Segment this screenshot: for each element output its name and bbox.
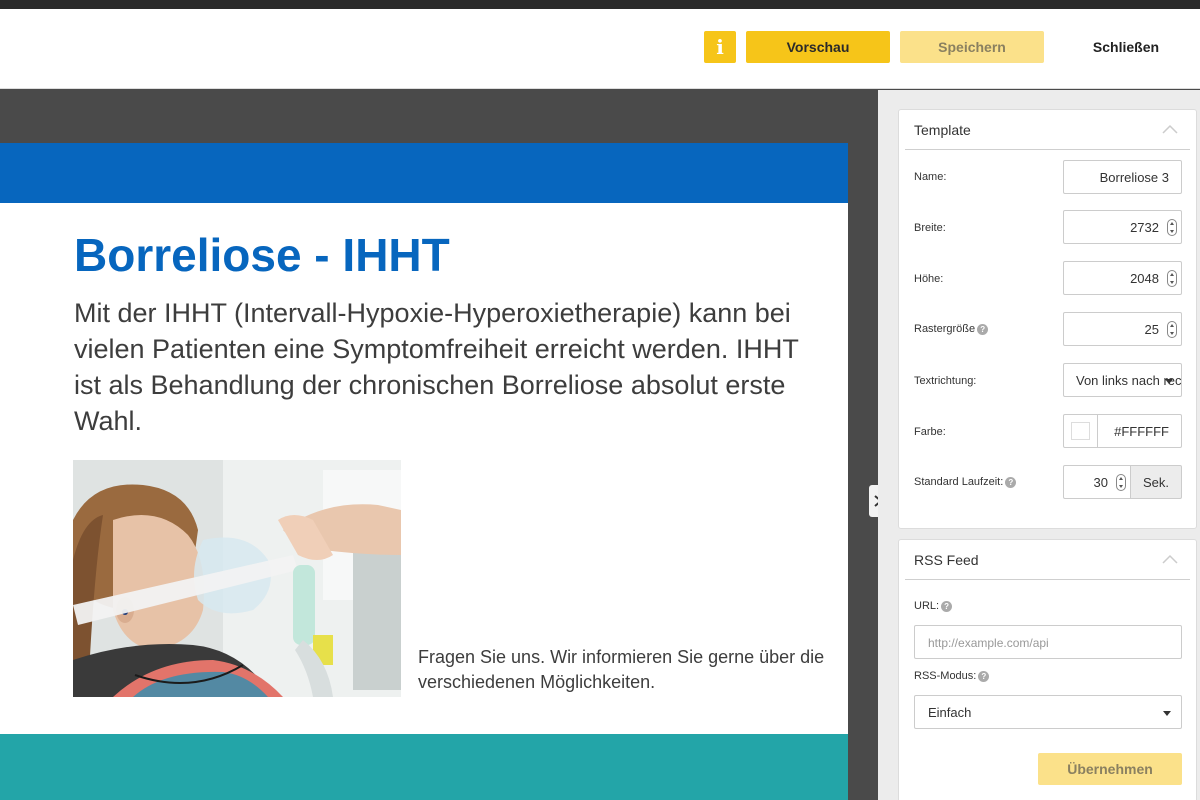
duration-input[interactable]: 30 [1063, 465, 1131, 499]
rss-panel-header[interactable]: RSS Feed [899, 540, 1196, 580]
close-button[interactable]: Schließen [1072, 31, 1180, 63]
slide-title: Borreliose - IHHT [74, 229, 450, 281]
height-input[interactable]: 2048 [1063, 261, 1182, 295]
slide-preview[interactable]: Borreliose - IHHT Mit der IHHT (Interval… [0, 143, 848, 800]
slide-photo [73, 460, 401, 697]
duration-label-row: Standard Laufzeit: ? [914, 476, 1017, 488]
template-panel-title: Template [914, 122, 971, 138]
help-icon[interactable]: ? [1005, 476, 1017, 488]
url-label-row: URL: ? [914, 600, 953, 612]
name-input[interactable]: Borreliose 3 [1063, 160, 1182, 194]
url-label: URL: [914, 600, 940, 612]
color-value: #FFFFFF [1114, 424, 1169, 439]
width-label: Breite: [914, 222, 946, 234]
color-label: Farbe: [914, 426, 946, 438]
width-input[interactable]: 2732 [1063, 210, 1182, 244]
grid-size-stepper[interactable] [1167, 321, 1177, 338]
slide-bottom-bar [0, 734, 848, 800]
mode-label-row: RSS-Modus: ? [914, 670, 990, 682]
info-button[interactable]: i [704, 31, 736, 63]
help-icon[interactable]: ? [977, 323, 989, 335]
rss-mode-label: RSS-Modus: [914, 670, 977, 682]
width-stepper[interactable] [1167, 219, 1177, 236]
rss-url-input[interactable]: http://example.com/api [914, 625, 1182, 659]
dropdown-arrow-icon [1163, 711, 1171, 716]
color-input[interactable]: #FFFFFF [1063, 414, 1182, 448]
panel-divider [905, 149, 1190, 150]
duration-stepper[interactable] [1116, 474, 1126, 491]
rss-url-placeholder: http://example.com/api [928, 636, 1049, 650]
info-icon: i [716, 35, 724, 59]
height-label: Höhe: [914, 273, 944, 285]
grid-label: Rastergröße [914, 323, 976, 335]
name-value: Borreliose 3 [1099, 170, 1169, 185]
editor-header: i Vorschau Speichern Schließen [0, 9, 1200, 89]
height-value: 2048 [1130, 271, 1159, 286]
slide-body-text: Mit der IHHT (Intervall-Hypoxie-Hyperoxi… [74, 298, 799, 436]
rss-panel: RSS Feed URL: ? http://example.com/api R… [898, 539, 1197, 800]
slide-top-bar [0, 143, 848, 203]
apply-button[interactable]: Übernehmen [1038, 753, 1182, 785]
rss-mode-value: Einfach [928, 705, 972, 720]
grid-size-input[interactable]: 25 [1063, 312, 1182, 346]
duration-value: 30 [1093, 475, 1108, 490]
grid-label-row: Rastergröße ? [914, 323, 989, 335]
chevron-up-icon[interactable] [1162, 124, 1178, 134]
direction-label: Textrichtung: [914, 375, 977, 387]
dropdown-arrow-icon [1165, 379, 1173, 384]
preview-button[interactable]: Vorschau [746, 31, 890, 63]
text-direction-select[interactable]: Von links nach rechts [1063, 363, 1182, 397]
color-swatch [1071, 422, 1090, 440]
help-icon[interactable]: ? [978, 670, 990, 682]
color-swatch-button[interactable] [1064, 415, 1098, 447]
width-value: 2732 [1130, 220, 1159, 235]
help-icon[interactable]: ? [941, 600, 953, 612]
name-label: Name: [914, 171, 947, 183]
top-strip [0, 0, 1200, 9]
height-stepper[interactable] [1167, 270, 1177, 287]
save-button[interactable]: Speichern [900, 31, 1044, 63]
chevron-up-icon[interactable] [1162, 554, 1178, 564]
panel-divider [905, 579, 1190, 580]
rss-mode-select[interactable]: Einfach [914, 695, 1182, 729]
grid-size-value: 25 [1144, 322, 1159, 337]
template-panel-header[interactable]: Template [899, 110, 1196, 150]
settings-sidebar: Template Name: Borreliose 3 Breite: 2732… [878, 90, 1200, 800]
duration-label: Standard Laufzeit: [914, 476, 1004, 488]
template-panel: Template Name: Borreliose 3 Breite: 2732… [898, 109, 1197, 529]
duration-unit: Sek. [1131, 465, 1182, 499]
slide-caption: Fragen Sie uns. Wir informieren Sie gern… [418, 647, 825, 692]
canvas-area: Borreliose - IHHT Mit der IHHT (Interval… [0, 90, 878, 800]
rss-panel-title: RSS Feed [914, 552, 979, 568]
